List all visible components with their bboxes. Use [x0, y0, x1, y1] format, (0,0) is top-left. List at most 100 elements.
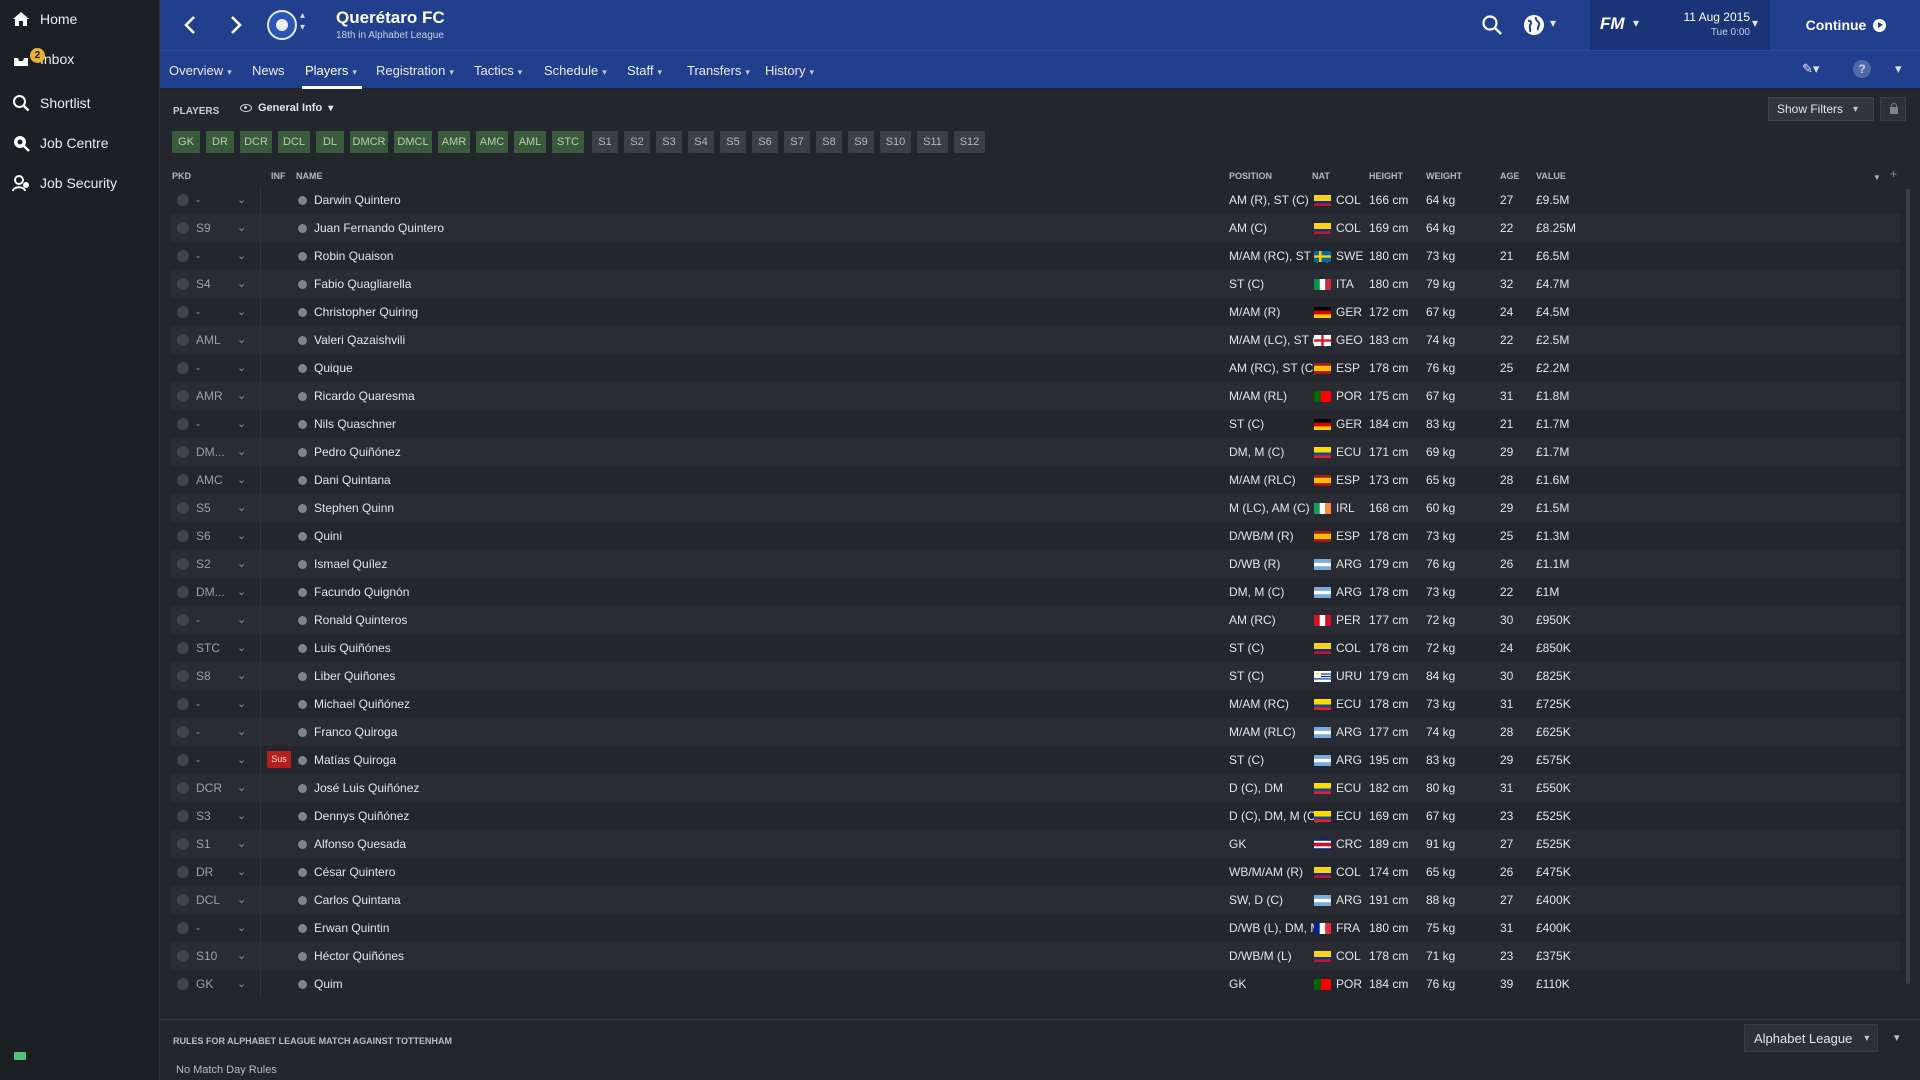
pkd-cell[interactable]: AML: [196, 333, 221, 347]
chevron-down-icon[interactable]: ⌄: [237, 585, 246, 598]
info-icon[interactable]: [298, 420, 307, 429]
info-icon[interactable]: [298, 196, 307, 205]
player-name[interactable]: Dennys Quiñónez: [314, 809, 409, 823]
info-icon[interactable]: [298, 336, 307, 345]
help-icon[interactable]: ?: [1853, 60, 1871, 78]
info-icon[interactable]: [298, 448, 307, 457]
position-chip-dmcl[interactable]: DMCL: [394, 131, 432, 153]
pkd-cell[interactable]: -: [196, 921, 200, 935]
table-row[interactable]: - ⌄ Erwan Quintin D/WB (L), DM, M... FRA 180 …: [170, 914, 1900, 942]
sidebar-item-home[interactable]: Home: [0, 1, 160, 37]
pkd-cell[interactable]: -: [196, 725, 200, 739]
table-row[interactable]: S9 ⌄ Juan Fernando Quintero AM (C) COL 169 cm…: [170, 214, 1900, 242]
player-name[interactable]: Stephen Quinn: [314, 501, 394, 515]
column-header-height[interactable]: HEIGHT: [1369, 171, 1403, 181]
sidebar-item-job-centre[interactable]: Job Centre: [0, 125, 160, 161]
player-name[interactable]: Darwin Quintero: [314, 193, 401, 207]
position-chip-dcr[interactable]: DCR: [240, 131, 272, 153]
set-piece-chip-s7[interactable]: S7: [784, 131, 810, 153]
chevron-down-icon[interactable]: ⌄: [237, 949, 246, 962]
fm-chevron-icon[interactable]: ▾: [1633, 16, 1639, 30]
chevron-down-icon[interactable]: ⌄: [237, 809, 246, 822]
table-row[interactable]: - ⌄ Christopher Quiring M/AM (R) GER 172 cm 67…: [170, 298, 1900, 326]
pkd-cell[interactable]: S1: [196, 837, 211, 851]
add-column-icon[interactable]: +: [1890, 167, 1897, 181]
chevron-down-icon[interactable]: ⌄: [237, 893, 246, 906]
position-chip-dl[interactable]: DL: [316, 131, 344, 153]
player-name[interactable]: Quim: [314, 977, 343, 991]
club-crest-icon[interactable]: [267, 10, 297, 40]
pkd-cell[interactable]: S9: [196, 221, 211, 235]
player-name[interactable]: Liber Quiñones: [314, 669, 395, 683]
pkd-cell[interactable]: S5: [196, 501, 211, 515]
player-name[interactable]: Quique: [314, 361, 353, 375]
table-row[interactable]: - ⌄ Michael Quiñónez M/AM (RC) ECU 178 cm 73 k…: [170, 690, 1900, 718]
select-checkbox[interactable]: [177, 670, 189, 682]
table-row[interactable]: S2 ⌄ Ismael Quílez D/WB (R) ARG 179 cm 76 kg 26…: [170, 550, 1900, 578]
select-checkbox[interactable]: [177, 418, 189, 430]
column-header-nat[interactable]: NAT: [1312, 171, 1330, 181]
set-piece-chip-s10[interactable]: S10: [880, 131, 911, 153]
player-name[interactable]: Erwan Quintin: [314, 921, 389, 935]
info-icon[interactable]: [298, 252, 307, 261]
chevron-down-icon[interactable]: ⌄: [237, 557, 246, 570]
table-row[interactable]: DCR ⌄ José Luis Quiñónez D (C), DM ECU 182 cm…: [170, 774, 1900, 802]
info-icon[interactable]: [298, 224, 307, 233]
fm-logo[interactable]: FM: [1600, 14, 1625, 34]
info-icon[interactable]: [298, 672, 307, 681]
player-name[interactable]: José Luis Quiñónez: [314, 781, 419, 795]
select-checkbox[interactable]: [177, 642, 189, 654]
show-filters-button[interactable]: Show Filters ▾: [1768, 97, 1874, 121]
pkd-cell[interactable]: -: [196, 613, 200, 627]
chevron-down-icon[interactable]: ⌄: [237, 865, 246, 878]
menu-tactics[interactable]: Tactics ▾: [474, 63, 522, 78]
pkd-cell[interactable]: S8: [196, 669, 211, 683]
club-switch-chevron-icon[interactable]: ▴ ▾: [300, 10, 305, 34]
column-header-inf[interactable]: INF: [271, 171, 286, 181]
pkd-cell[interactable]: DCL: [196, 893, 220, 907]
column-header-value[interactable]: VALUE: [1536, 171, 1566, 181]
player-name[interactable]: Fabio Quagliarella: [314, 277, 411, 291]
menu-registration[interactable]: Registration ▾: [376, 63, 454, 78]
lock-icon[interactable]: [1880, 97, 1906, 121]
column-header-weight[interactable]: WEIGHT: [1426, 171, 1462, 181]
info-icon[interactable]: [298, 840, 307, 849]
info-icon[interactable]: [298, 644, 307, 653]
set-piece-chip-s11[interactable]: S11: [917, 131, 948, 153]
select-checkbox[interactable]: [177, 838, 189, 850]
set-piece-chip-s1[interactable]: S1: [592, 131, 618, 153]
select-checkbox[interactable]: [177, 306, 189, 318]
column-header-age[interactable]: AGE: [1500, 171, 1520, 181]
chevron-down-icon[interactable]: ⌄: [237, 249, 246, 262]
position-chip-dr[interactable]: DR: [206, 131, 234, 153]
table-row[interactable]: DM... ⌄ Pedro Quiñónez DM, M (C) ECU 171 cm 69…: [170, 438, 1900, 466]
table-row[interactable]: AML ⌄ Valeri Qazaishvili M/AM (LC), ST (C) G…: [170, 326, 1900, 354]
position-chip-aml[interactable]: AML: [514, 131, 546, 153]
table-row[interactable]: S4 ⌄ Fabio Quagliarella ST (C) ITA 180 cm 79 k…: [170, 270, 1900, 298]
table-row[interactable]: - ⌄ Robin Quaison M/AM (RC), ST (C) SWE 180 c…: [170, 242, 1900, 270]
forward-arrow-icon[interactable]: [222, 12, 248, 38]
pkd-cell[interactable]: DR: [196, 865, 213, 879]
info-icon[interactable]: [298, 812, 307, 821]
globe-chevron-icon[interactable]: ▾: [1550, 16, 1556, 30]
menu-news[interactable]: News: [252, 63, 285, 78]
info-icon[interactable]: [298, 504, 307, 513]
pkd-cell[interactable]: -: [196, 753, 200, 767]
pkd-cell[interactable]: S6: [196, 529, 211, 543]
chevron-down-icon[interactable]: ⌄: [237, 641, 246, 654]
chevron-down-icon[interactable]: ⌄: [237, 753, 246, 766]
back-arrow-icon[interactable]: [178, 12, 204, 38]
table-row[interactable]: S10 ⌄ Héctor Quiñónes D/WB/M (L) COL 178 cm 71…: [170, 942, 1900, 970]
table-row[interactable]: S8 ⌄ Liber Quiñones ST (C) URU 179 cm 84 kg 30 £…: [170, 662, 1900, 690]
table-row[interactable]: - ⌄ Quique AM (RC), ST (C) ESP 178 cm 76 kg 25 £…: [170, 354, 1900, 382]
pkd-cell[interactable]: S4: [196, 277, 211, 291]
select-checkbox[interactable]: [177, 474, 189, 486]
set-piece-chip-s6[interactable]: S6: [752, 131, 778, 153]
player-name[interactable]: Luis Quiñónes: [314, 641, 391, 655]
pkd-cell[interactable]: DM...: [196, 445, 225, 459]
chevron-down-icon[interactable]: ⌄: [237, 669, 246, 682]
pkd-cell[interactable]: -: [196, 697, 200, 711]
table-row[interactable]: STC ⌄ Luis Quiñónes ST (C) COL 178 cm 72 kg 24 £…: [170, 634, 1900, 662]
select-checkbox[interactable]: [177, 250, 189, 262]
select-checkbox[interactable]: [177, 810, 189, 822]
